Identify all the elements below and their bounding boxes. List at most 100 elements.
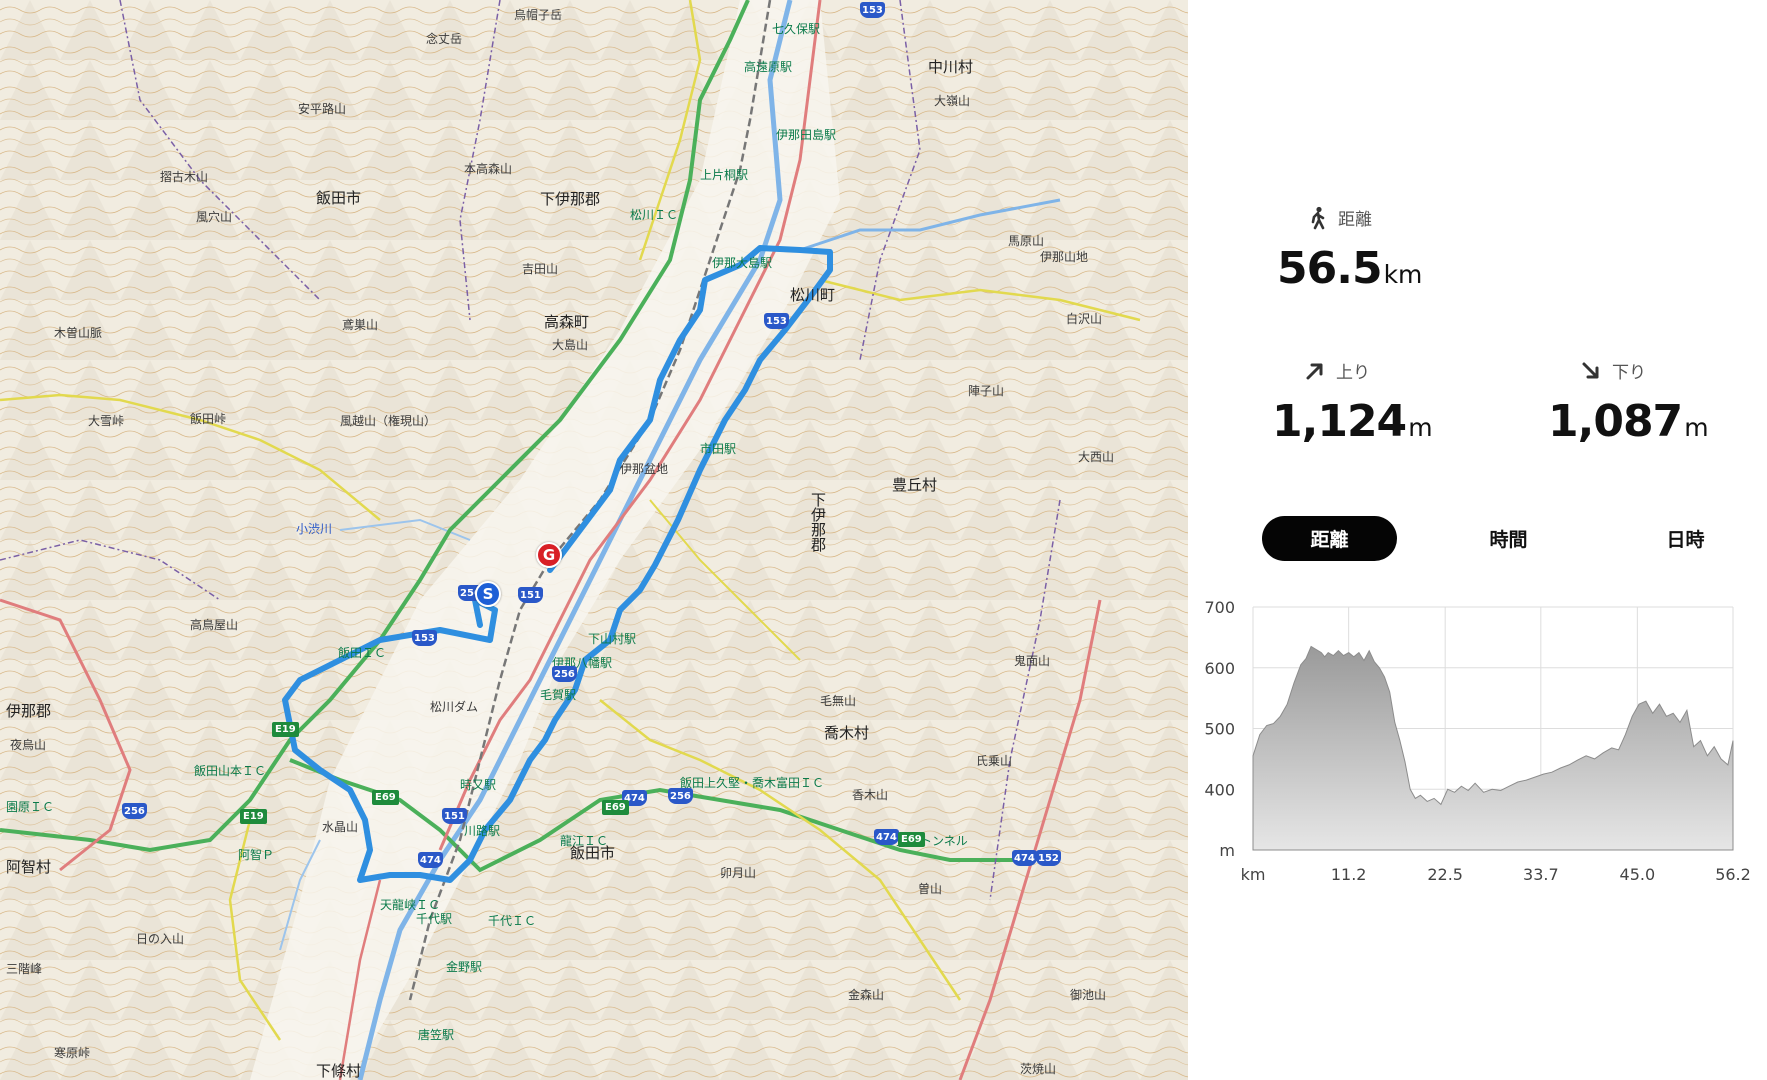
ascent-unit: m — [1408, 413, 1433, 442]
tab-distance[interactable]: 距離 — [1262, 516, 1397, 561]
mountain-label: 木曽山脈 — [54, 326, 103, 340]
mountain-label: 鳶巣山 — [342, 318, 379, 332]
mountain-label: 飯田峠 — [190, 412, 227, 426]
place-matsukawa: 松川町 — [790, 286, 836, 304]
mountain-label: 陣子山 — [968, 384, 1005, 398]
station-label: 時又駅 — [460, 778, 497, 792]
elevation-area — [1252, 645, 1734, 851]
interchange-label: 飯田上久堅・喬木富田ＩＣ — [680, 776, 825, 790]
mountain-label: 金森山 — [848, 988, 885, 1002]
mountain-label: 毛無山 — [820, 694, 857, 708]
distance-unit: km — [1383, 260, 1423, 289]
y-tick-label: 700 — [1204, 598, 1235, 617]
distance-value: 56.5km — [1277, 243, 1422, 294]
mountain-label: 夜烏山 — [10, 738, 47, 752]
route-shield: 256 — [552, 666, 577, 682]
place-shimojo: 下條村 — [316, 1062, 362, 1080]
route-shield: 256 — [668, 788, 693, 804]
elevation-chart[interactable]: 700 600 500 400 m km 11.2 22.5 33.7 45.0 56.2 — [1188, 580, 1767, 900]
ascent-value: 1,124m — [1272, 396, 1433, 447]
tab-time[interactable]: 時間 — [1441, 516, 1576, 561]
route-shield: 153 — [860, 2, 885, 18]
mountain-label: 氏乗山 — [976, 754, 1013, 768]
route-shield: 474 — [418, 852, 443, 868]
interchange-label: 園原ＩＣ — [6, 800, 55, 814]
route-shield: 153 — [764, 313, 789, 329]
place-iida-city-north: 飯田市 — [316, 189, 362, 207]
mountain-label: 念丈岳 — [426, 32, 463, 46]
mountain-label: 曽山 — [918, 882, 943, 896]
station-label: 七久保駅 — [772, 22, 821, 36]
expressway-shield: E69 — [372, 790, 399, 805]
place-achi: 阿智村 — [6, 858, 52, 876]
tab-datetime[interactable]: 日時 — [1618, 516, 1753, 561]
mountain-label: 卯月山 — [720, 866, 757, 880]
mountain-label: 摺古木山 — [160, 170, 209, 184]
expressway-shield: E19 — [272, 722, 299, 737]
mountain-label: 鬼面山 — [1014, 654, 1051, 668]
mountain-label: 本高森山 — [464, 162, 513, 176]
station-label: 伊那田島駅 — [776, 128, 837, 142]
x-tick-label: 22.5 — [1427, 865, 1463, 884]
route-shield: 151 — [442, 808, 467, 824]
interchange-label: 飯田ＩＣ — [338, 646, 387, 660]
mountain-label: 烏帽子岳 — [514, 8, 563, 22]
x-tick-label: 33.7 — [1523, 865, 1559, 884]
start-marker[interactable]: S — [475, 581, 501, 607]
x-tick-label: 11.2 — [1331, 865, 1367, 884]
mountain-label: 茨焼山 — [1020, 1062, 1057, 1076]
mountain-label: 御池山 — [1070, 988, 1107, 1002]
descent-number: 1,087 — [1548, 396, 1683, 447]
mountain-label: 水晶山 — [322, 820, 359, 834]
interchange-label: 千代ＩＣ — [488, 914, 537, 928]
place-takagi: 喬木村 — [824, 724, 870, 742]
distance-number: 56.5 — [1277, 243, 1383, 294]
route-shield: 256 — [122, 803, 147, 819]
elevation-chart-svg: 700 600 500 400 mkm 11.2 22.5 33.7 45.0 56.2 — [1204, 598, 1751, 884]
station-label: 上片桐駅 — [700, 168, 749, 182]
station-label: 毛賀駅 — [540, 688, 577, 702]
ascent-label-row: 上り — [1304, 358, 1370, 383]
station-label: 市田駅 — [700, 442, 737, 456]
distance-label: 距離 — [1338, 210, 1372, 230]
topographic-map[interactable]: 中川村 飯田市 下伊那郡 高森町 松川町 豊丘村 下伊那郡 喬木村 伊那郡 飯田… — [0, 0, 1188, 1080]
station-label: 川路駅 — [464, 824, 501, 838]
mountain-label: 白沢山 — [1066, 312, 1103, 326]
mountain-label: 寒原峠 — [54, 1046, 91, 1060]
interchange-label: 松川ＩＣ — [630, 208, 679, 222]
x-tick-label: km — [1241, 865, 1266, 884]
descent-unit: m — [1684, 413, 1709, 442]
expressway-shield: E69 — [602, 800, 629, 815]
ascent-number: 1,124 — [1272, 396, 1407, 447]
goal-marker[interactable]: G — [536, 542, 562, 568]
ascent-label: 上り — [1336, 363, 1370, 383]
place-nakagawa: 中川村 — [928, 58, 974, 76]
station-label: 金野駅 — [446, 960, 483, 974]
x-tick-label: 45.0 — [1620, 865, 1656, 884]
x-tick-label: 56.2 — [1715, 865, 1751, 884]
station-label: 唐笠駅 — [418, 1028, 455, 1042]
station-label: 下山村駅 — [588, 632, 637, 646]
descent-label: 下り — [1612, 363, 1646, 383]
interchange-label: 龍江ＩＣ — [560, 834, 609, 848]
place-ina-gun: 伊那郡 — [6, 702, 52, 720]
mountain-label: 伊那山地 — [1040, 250, 1089, 264]
mountain-label: 吉田山 — [522, 262, 559, 276]
place-toyooka: 豊丘村 — [892, 476, 938, 494]
arrow-up-right-icon — [1306, 363, 1323, 379]
route-shield: 152 — [1036, 850, 1061, 866]
distance-label-row: 距離 — [1308, 205, 1372, 230]
walking-icon — [1311, 206, 1325, 229]
mountain-label: 大嶺山 — [934, 94, 971, 108]
mountain-label: 三階峰 — [6, 962, 43, 976]
interchange-label: 天龍峡ＩＣ — [380, 898, 441, 912]
place-takamori: 高森町 — [544, 313, 590, 331]
interchange-label: 飯田山本ＩＣ — [194, 764, 267, 778]
mountain-label: 大西山 — [1078, 450, 1115, 464]
mountain-label: 風穴山 — [196, 210, 233, 224]
route-shield: 153 — [412, 630, 437, 646]
mountain-label: 日の入山 — [136, 932, 185, 946]
mountain-label: 風越山（権現山） — [340, 414, 437, 428]
course-route[interactable] — [0, 0, 1188, 1080]
y-tick-label: 500 — [1204, 720, 1235, 739]
